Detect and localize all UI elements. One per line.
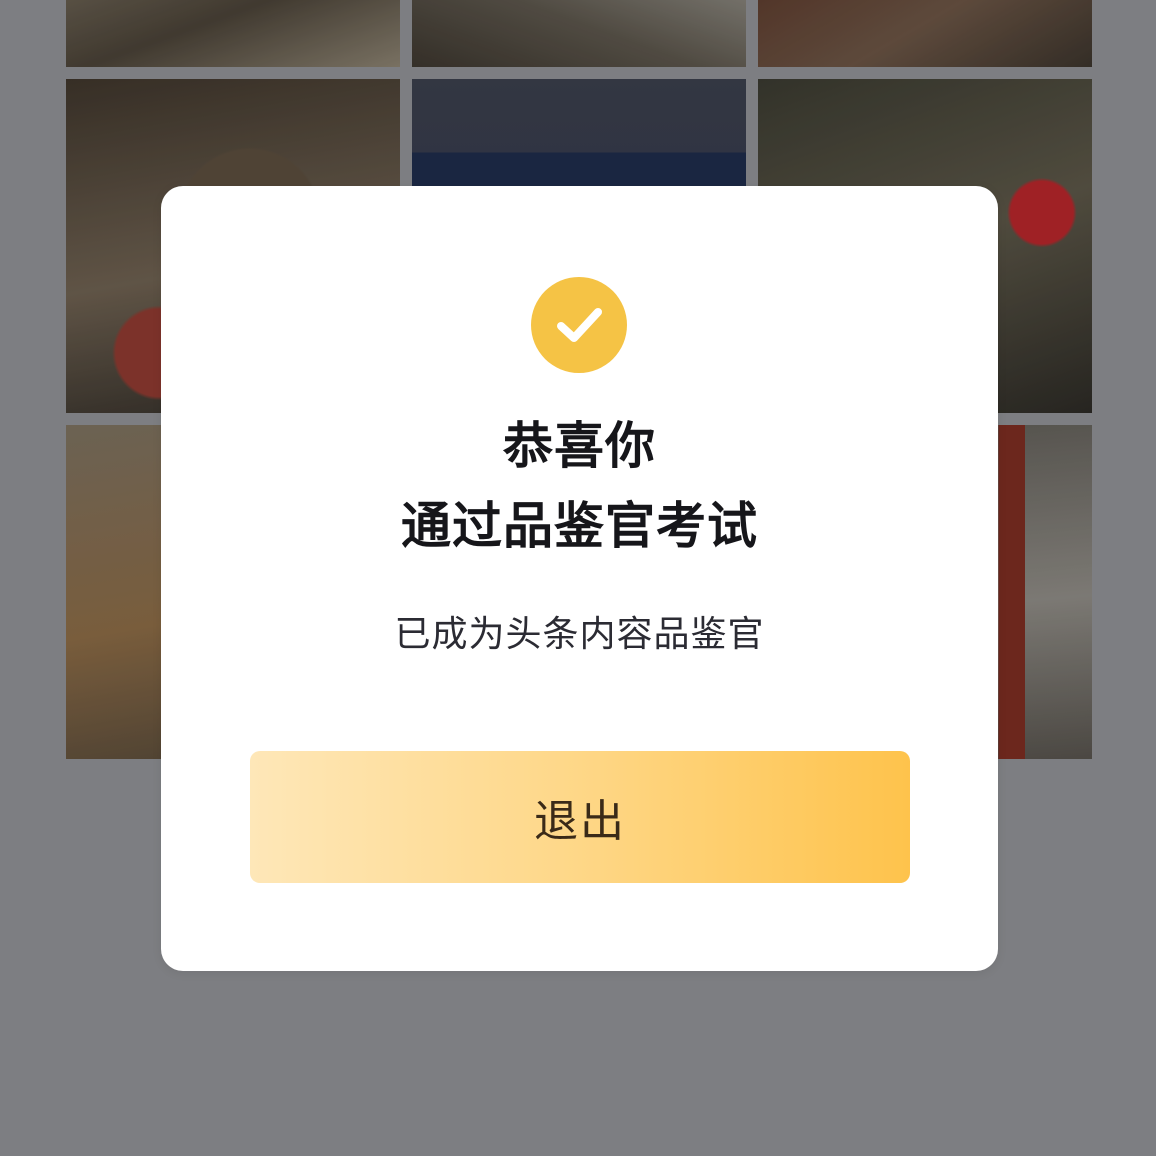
exit-button[interactable]: 退出 bbox=[250, 751, 910, 883]
checkmark-circle-icon bbox=[531, 277, 627, 373]
exit-button-label: 退出 bbox=[534, 796, 626, 847]
photo-thumbnail bbox=[412, 0, 746, 67]
dialog-subtitle: 已成为头条内容品鉴官 bbox=[394, 614, 765, 655]
photo-thumbnail bbox=[66, 0, 400, 67]
checkmark-icon bbox=[557, 308, 602, 342]
photo-thumbnail bbox=[758, 0, 1092, 67]
dialog-title-congrats: 恭喜你 bbox=[503, 417, 656, 475]
success-dialog: 恭喜你 通过品鉴官考试 已成为头条内容品鉴官 退出 bbox=[161, 186, 998, 971]
dialog-title-passed-exam: 通过品鉴官考试 bbox=[401, 497, 758, 555]
